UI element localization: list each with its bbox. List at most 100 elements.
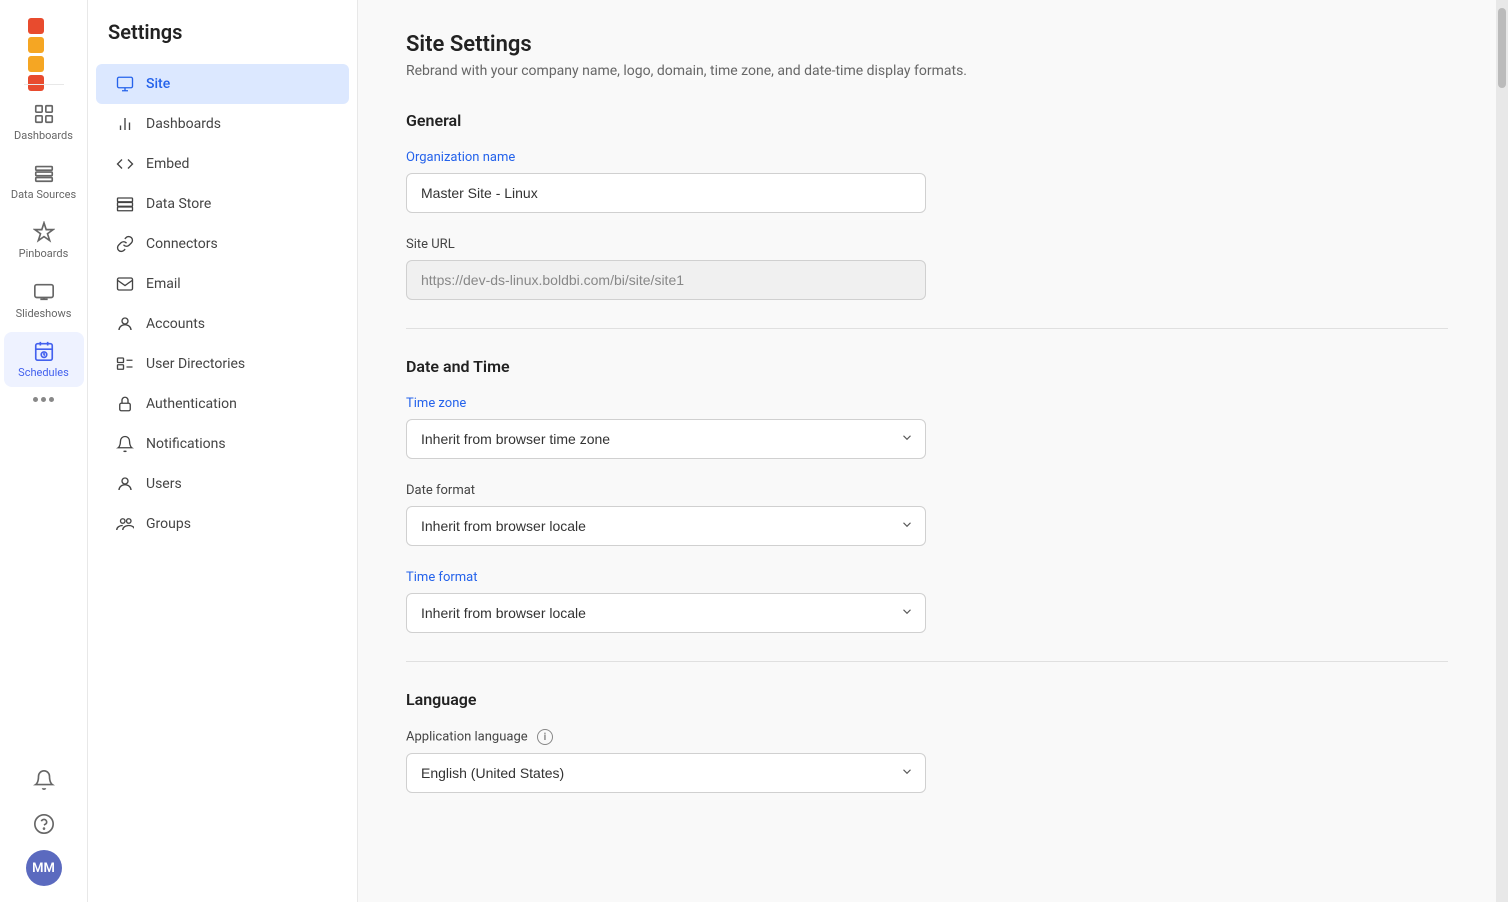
settings-nav-user-directories-label: User Directories (146, 356, 245, 372)
settings-nav-accounts-label: Accounts (146, 316, 205, 332)
help-icon (33, 813, 55, 835)
settings-sidebar: Settings Site Dashboards Embed Data S (88, 0, 358, 902)
datetime-section-title: Date and Time (406, 357, 1448, 376)
settings-nav-notifications-label: Notifications (146, 436, 226, 452)
accounts-icon (116, 315, 134, 333)
app-language-select[interactable]: English (United States) French German Sp… (406, 753, 926, 793)
settings-nav-embed-label: Embed (146, 156, 189, 172)
nav-item-slideshows[interactable]: Slideshows (4, 273, 84, 328)
notifications-button[interactable] (26, 762, 62, 798)
timezone-group: Time zone Inherit from browser time zone… (406, 396, 1448, 459)
app-language-select-wrapper: English (United States) French German Sp… (406, 753, 926, 793)
schedules-icon (33, 340, 55, 362)
groups-icon (116, 515, 134, 533)
timezone-label: Time zone (406, 396, 1448, 411)
settings-nav-data-store-label: Data Store (146, 196, 211, 212)
nav-label-dashboards: Dashboards (14, 129, 73, 142)
nav-label-slideshows: Slideshows (16, 307, 72, 320)
date-format-select-wrapper: Inherit from browser locale MM/DD/YYYY D… (406, 506, 926, 546)
settings-nav-site[interactable]: Site (96, 64, 349, 104)
settings-nav-users-label: Users (146, 476, 182, 492)
nav-label-schedules: Schedules (18, 366, 69, 379)
timezone-select-wrapper: Inherit from browser time zone UTC US/Ea… (406, 419, 926, 459)
icon-nav-bottom: MM (26, 762, 62, 902)
site-icon (116, 75, 134, 93)
org-name-group: Organization name (406, 150, 1448, 213)
nav-divider-top (24, 84, 64, 85)
settings-nav-authentication[interactable]: Authentication (96, 384, 349, 424)
settings-nav-notifications[interactable]: Notifications (96, 424, 349, 464)
settings-dashboards-icon (116, 115, 134, 133)
settings-nav-groups[interactable]: Groups (96, 504, 349, 544)
site-url-input (406, 260, 926, 300)
settings-nav-accounts[interactable]: Accounts (96, 304, 349, 344)
settings-nav-users[interactable]: Users (96, 464, 349, 504)
settings-nav-embed[interactable]: Embed (96, 144, 349, 184)
bell-icon (33, 769, 55, 791)
main-content: Site Settings Rebrand with your company … (358, 0, 1496, 902)
avatar-initials: MM (32, 861, 55, 876)
app-language-info-icon[interactable]: i (537, 729, 553, 745)
settings-nav-user-directories[interactable]: User Directories (96, 344, 349, 384)
app-logo (22, 12, 66, 56)
nav-item-pinboards[interactable]: Pinboards (4, 213, 84, 268)
email-icon (116, 275, 134, 293)
settings-nav-data-store[interactable]: Data Store (96, 184, 349, 224)
logo-square-3 (28, 56, 44, 72)
org-name-label: Organization name (406, 150, 1448, 165)
nav-item-dashboards[interactable]: Dashboards (4, 95, 84, 150)
language-section-title: Language (406, 690, 1448, 709)
time-format-select-wrapper: Inherit from browser locale 12-hour 24-h… (406, 593, 926, 633)
dot-3 (49, 397, 54, 402)
org-name-input[interactable] (406, 173, 926, 213)
date-format-select[interactable]: Inherit from browser locale MM/DD/YYYY D… (406, 506, 926, 546)
settings-nav-authentication-label: Authentication (146, 396, 237, 412)
app-language-group: Application language i English (United S… (406, 729, 1448, 793)
date-format-group: Date format Inherit from browser locale … (406, 483, 1448, 546)
data-sources-icon (33, 162, 55, 184)
general-section-title: General (406, 111, 1448, 130)
users-icon (116, 475, 134, 493)
date-format-label: Date format (406, 483, 1448, 498)
logo-square-2 (28, 37, 44, 53)
site-url-label: Site URL (406, 237, 1448, 252)
nav-item-data-sources[interactable]: Data Sources (4, 154, 84, 209)
settings-nav-email[interactable]: Email (96, 264, 349, 304)
logo-square-4 (28, 75, 44, 91)
icon-nav: Dashboards Data Sources Pinboards Slides… (0, 0, 88, 902)
authentication-icon (116, 395, 134, 413)
help-button[interactable] (26, 806, 62, 842)
dashboard-icon (33, 103, 55, 125)
timezone-select[interactable]: Inherit from browser time zone UTC US/Ea… (406, 419, 926, 459)
site-url-group: Site URL (406, 237, 1448, 300)
scroll-track (1496, 0, 1508, 902)
general-divider (406, 328, 1448, 329)
pinboards-icon (33, 221, 55, 243)
nav-label-data-sources: Data Sources (11, 188, 76, 201)
datetime-divider (406, 661, 1448, 662)
nav-item-schedules[interactable]: Schedules (4, 332, 84, 387)
logo-square-1 (28, 18, 44, 34)
settings-nav-connectors[interactable]: Connectors (96, 224, 349, 264)
slideshows-icon (33, 281, 55, 303)
settings-nav-groups-label: Groups (146, 516, 191, 532)
time-format-label: Time format (406, 570, 1448, 585)
data-store-icon (116, 195, 134, 213)
settings-nav-site-label: Site (146, 76, 170, 92)
page-subtitle: Rebrand with your company name, logo, do… (406, 63, 1448, 79)
scroll-thumb[interactable] (1498, 8, 1506, 88)
more-button[interactable] (25, 389, 62, 410)
notifications-nav-icon (116, 435, 134, 453)
time-format-group: Time format Inherit from browser locale … (406, 570, 1448, 633)
dot-2 (41, 397, 46, 402)
settings-nav-email-label: Email (146, 276, 181, 292)
embed-icon (116, 155, 134, 173)
settings-title: Settings (88, 20, 357, 64)
dot-1 (33, 397, 38, 402)
time-format-select[interactable]: Inherit from browser locale 12-hour 24-h… (406, 593, 926, 633)
user-avatar[interactable]: MM (26, 850, 62, 886)
app-language-label: Application language i (406, 729, 1448, 745)
settings-nav-dashboards[interactable]: Dashboards (96, 104, 349, 144)
settings-nav-connectors-label: Connectors (146, 236, 218, 252)
connectors-icon (116, 235, 134, 253)
